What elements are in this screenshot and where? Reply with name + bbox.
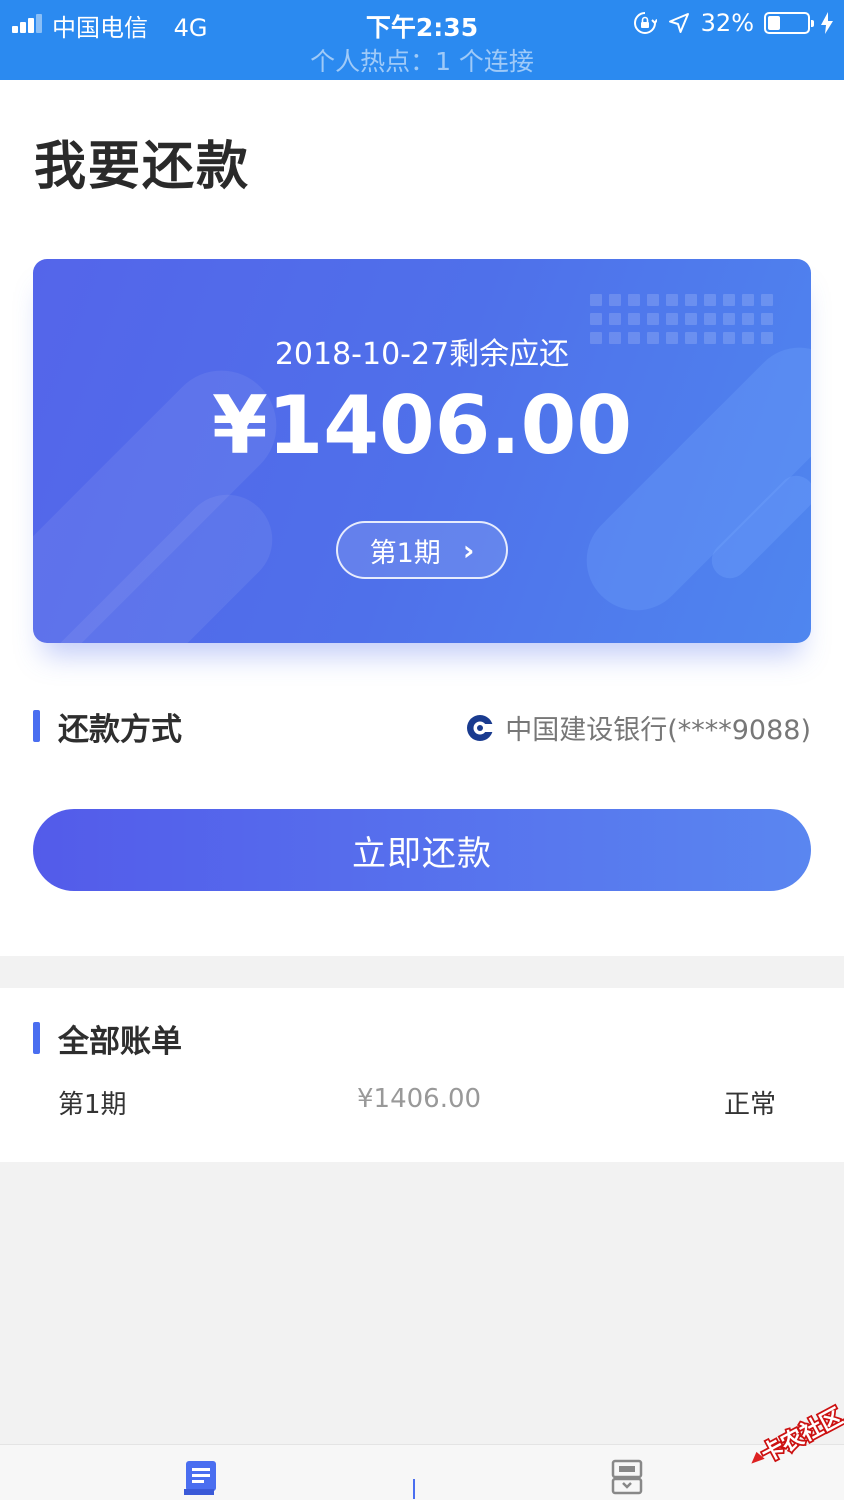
- pattern-dot: [761, 313, 773, 325]
- pattern-dot: [761, 294, 773, 306]
- ccb-bank-icon: [467, 714, 496, 741]
- due-amount: ¥1406.00: [211, 379, 633, 472]
- mine-icon[interactable]: [610, 1459, 644, 1495]
- tab-divider: [413, 1479, 415, 1499]
- bills-section: 全部账单 第1期 ¥1406.00 正常: [0, 988, 844, 1162]
- pattern-dot: [723, 313, 735, 325]
- pattern-dot: [609, 294, 621, 306]
- svg-text:卡农社区: 卡农社区: [757, 1403, 844, 1467]
- hotspot-banner[interactable]: 个人热点：1 个连接: [0, 42, 844, 78]
- payment-method-row[interactable]: 还款方式 中国建设银行(****9088): [33, 698, 811, 752]
- status-right: 32%: [633, 8, 834, 38]
- bill-row[interactable]: 第1期 ¥1406.00 正常: [0, 1084, 844, 1126]
- period-button-label: 第1期: [369, 537, 441, 569]
- status-bar-row: 中国电信 4G 下午2:35 32%: [0, 6, 844, 42]
- bill-amount: ¥1406.00: [357, 1084, 482, 1114]
- period-select-button[interactable]: 第1期 ›: [336, 521, 508, 579]
- pattern-dot: [590, 313, 602, 325]
- bank-name: 中国建设银行(****9088): [505, 715, 811, 746]
- pattern-dot: [742, 313, 754, 325]
- pattern-dot: [704, 294, 716, 306]
- pattern-dot: [590, 294, 602, 306]
- battery-icon: [764, 12, 814, 34]
- chevron-right-icon: ›: [462, 533, 475, 567]
- pattern-dot: [628, 313, 640, 325]
- pattern-dot: [742, 294, 754, 306]
- kanong-watermark-logo: 卡农社区: [751, 1402, 844, 1469]
- bill-period: 第1期: [58, 1090, 127, 1120]
- section-marker: [33, 710, 40, 742]
- location-icon: [668, 13, 689, 33]
- pattern-dot: [628, 294, 640, 306]
- bill-status: 正常: [723, 1090, 776, 1120]
- payment-method-label: 还款方式: [58, 712, 182, 748]
- pattern-dot: [609, 313, 621, 325]
- repayment-card: 2018-10-27剩余应还 ¥1406.00 第1期 ›: [33, 259, 811, 643]
- pattern-dot: [704, 313, 716, 325]
- pay-now-button[interactable]: 立即还款: [33, 809, 811, 891]
- section-marker: [33, 1022, 40, 1054]
- pattern-dot: [685, 294, 697, 306]
- pattern-dot: [666, 294, 678, 306]
- battery-percent: 32%: [700, 9, 754, 37]
- pattern-dot: [723, 294, 735, 306]
- pattern-dot: [647, 294, 659, 306]
- rotation-lock-icon: [633, 12, 657, 34]
- bank-account[interactable]: 中国建设银行(****9088): [465, 708, 811, 747]
- page-title: 我要还款: [34, 137, 251, 197]
- bills-label: 全部账单: [58, 1024, 182, 1060]
- pattern-dot: [666, 313, 678, 325]
- status-bar: 中国电信 4G 下午2:35 32% 个人热点：1 个连接: [0, 0, 844, 80]
- charging-icon: [821, 12, 833, 34]
- due-date-label: 2018-10-27剩余应还: [274, 337, 570, 372]
- pattern-dot: [685, 313, 697, 325]
- bill-list-icon[interactable]: [182, 1459, 222, 1497]
- battery-fill: [768, 16, 780, 30]
- repayment-section: 我要还款 2018-10-27剩余应还 ¥1406.00 第1期 › 还款方式 …: [0, 80, 844, 956]
- pattern-dot: [647, 313, 659, 325]
- tab-bar: [0, 1444, 844, 1500]
